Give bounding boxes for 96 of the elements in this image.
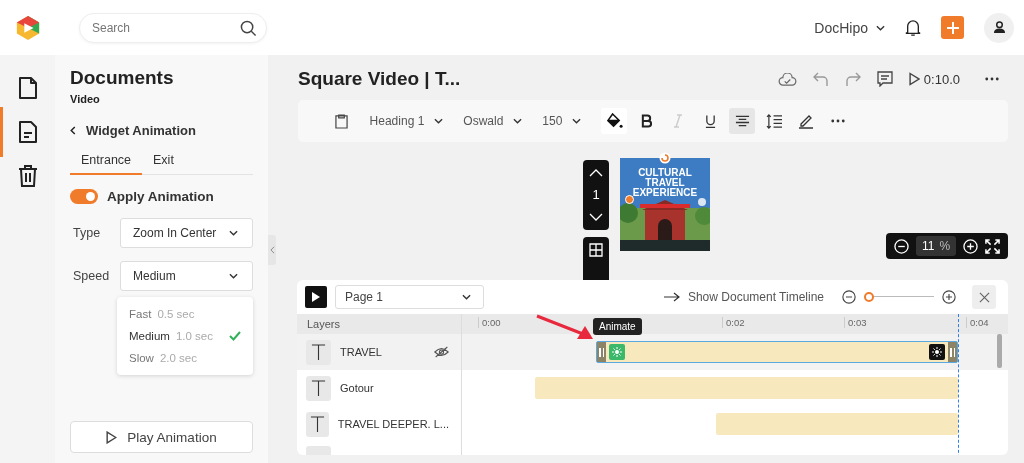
caret-icon[interactable] xyxy=(462,294,471,300)
panel-subtitle: Video xyxy=(70,93,101,105)
user-icon[interactable] xyxy=(992,21,1006,34)
zoom-out-icon[interactable] xyxy=(842,290,856,304)
search-field[interactable]: Search xyxy=(79,12,267,43)
resize-handle[interactable] xyxy=(625,195,634,204)
layer-item[interactable]: TRAVEL DEEPER. L... xyxy=(297,406,462,442)
align-center-button[interactable] xyxy=(729,108,756,134)
avatar-button[interactable] xyxy=(984,12,1014,43)
menu-item[interactable]: Fast 0.5 sec xyxy=(117,303,253,325)
toggle-switch[interactable] xyxy=(70,189,98,204)
thumbnail-title: EXPERIENCE xyxy=(632,188,698,198)
toggle-label: Apply Animation xyxy=(107,189,214,204)
zoom-in-icon[interactable] xyxy=(942,290,956,304)
field-label: Type xyxy=(72,226,102,240)
check-icon xyxy=(229,331,241,341)
document-title[interactable]: Square Video | T... xyxy=(298,68,461,90)
play-icon[interactable] xyxy=(106,430,118,444)
field-label: Speed xyxy=(72,269,111,283)
bold-icon[interactable] xyxy=(640,114,652,128)
play-animation-button[interactable]: Play Animation xyxy=(70,421,253,453)
eye-slash-icon[interactable] xyxy=(434,346,449,358)
drag-handle[interactable] xyxy=(948,342,957,362)
zoom-slider[interactable] xyxy=(864,290,934,304)
more-icon[interactable] xyxy=(985,77,999,81)
caret-icon[interactable] xyxy=(434,118,444,124)
zoom-field[interactable]: 11 % xyxy=(915,236,957,256)
paint-bucket-icon[interactable] xyxy=(605,112,623,130)
layer-duration-bar[interactable] xyxy=(596,341,958,363)
time-tick: 0:00 xyxy=(478,317,501,328)
workspace-dropdown[interactable]: DocHipo xyxy=(814,19,885,36)
plus-icon[interactable] xyxy=(946,21,959,34)
play-icon[interactable] xyxy=(311,291,321,303)
menu-item[interactable]: Medium 1.0 sec xyxy=(117,325,253,347)
tab[interactable]: Exit xyxy=(142,150,185,175)
play-icon[interactable] xyxy=(908,72,920,86)
caret-icon[interactable] xyxy=(572,118,582,124)
page-number: 1 xyxy=(592,187,600,203)
caret-icon[interactable] xyxy=(229,230,238,236)
cloud-icon[interactable] xyxy=(777,72,797,86)
style-dropdown[interactable]: Heading 1 xyxy=(369,114,444,128)
text-layer-icon xyxy=(306,375,331,401)
font-dropdown[interactable]: Oswald xyxy=(463,114,523,128)
page-thumbnail[interactable]: CULTURAL TRAVEL EXPERIENCE xyxy=(620,158,710,251)
speed-dropdown[interactable]: Medium xyxy=(120,261,253,291)
document-icon[interactable] xyxy=(17,76,38,100)
logo-icon[interactable] xyxy=(15,13,41,42)
thumbnail-title: TRAVEL xyxy=(645,178,685,188)
section-title: Widget Animation xyxy=(86,123,196,138)
arrow-right-icon[interactable] xyxy=(663,292,680,302)
layer-item[interactable]: Gotour xyxy=(297,370,462,406)
time-tick: 0:04 xyxy=(966,317,989,328)
panel-title: Documents xyxy=(70,67,175,89)
caret-icon[interactable] xyxy=(229,273,238,279)
time-tick: 0:03 xyxy=(844,317,867,328)
close-button[interactable] xyxy=(972,285,996,309)
comment-icon[interactable] xyxy=(876,71,893,87)
chevron-up-icon[interactable] xyxy=(589,169,603,178)
caret-icon[interactable] xyxy=(513,118,523,124)
text-layer-icon xyxy=(306,339,331,365)
rotate-handle[interactable] xyxy=(659,152,671,164)
animation-icon[interactable] xyxy=(929,344,945,360)
align-center-icon[interactable] xyxy=(734,115,750,127)
tooltip: Animate xyxy=(593,318,642,335)
close-icon[interactable] xyxy=(978,291,990,303)
font-size-dropdown[interactable]: 150 xyxy=(542,114,582,128)
collapse-handle[interactable] xyxy=(268,235,276,265)
search-icon[interactable] xyxy=(240,19,257,37)
fullscreen-icon[interactable] xyxy=(985,238,1000,254)
line-spacing-icon[interactable] xyxy=(765,113,783,129)
page-dropdown[interactable]: Page 1 xyxy=(335,285,484,309)
text-layer-icon xyxy=(306,411,329,437)
add-button[interactable] xyxy=(941,16,964,39)
tab[interactable]: Entrance xyxy=(70,150,143,175)
fill-color-button[interactable] xyxy=(601,108,628,134)
chevron-down-icon[interactable] xyxy=(589,212,603,221)
text-document-icon[interactable] xyxy=(17,120,38,144)
drag-handle[interactable] xyxy=(597,342,606,362)
back-icon[interactable] xyxy=(70,126,76,135)
pen-icon[interactable] xyxy=(798,113,815,129)
trash-icon[interactable] xyxy=(17,164,38,188)
bell-icon[interactable] xyxy=(905,18,921,37)
preview-button[interactable]: 0:10.0 xyxy=(908,71,960,87)
clipboard-icon[interactable] xyxy=(334,113,348,129)
menu-item[interactable]: Slow 2.0 sec xyxy=(117,347,253,369)
pointer-arrow xyxy=(535,314,595,342)
more-icon[interactable] xyxy=(831,119,846,123)
type-dropdown[interactable]: Zoom In Center xyxy=(120,218,253,248)
caret-icon[interactable] xyxy=(876,24,885,31)
grid-icon[interactable] xyxy=(589,243,603,257)
document-timeline-link[interactable]: Show Document Timeline xyxy=(687,290,824,304)
time-tick: 0:02 xyxy=(722,317,745,328)
thumbnail-title: CULTURAL xyxy=(638,168,692,178)
scrollbar[interactable] xyxy=(997,334,1002,368)
underline-icon[interactable] xyxy=(704,113,716,129)
play-button[interactable] xyxy=(305,286,327,308)
